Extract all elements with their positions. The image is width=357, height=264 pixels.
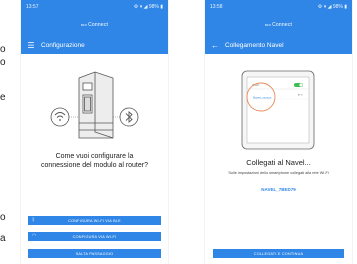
connect-heading: Collegati al Navel... bbox=[246, 158, 311, 167]
question-line-2: connessione del modulo al router? bbox=[40, 161, 148, 169]
skip-step-button[interactable]: SALTA PASSAGGIO bbox=[28, 249, 161, 258]
brand-prefix: MIO bbox=[80, 23, 88, 27]
screenshot-root: o o e o a 13:57 ⚙ ▾ ◢ 98% ▮ MIO Connect … bbox=[0, 0, 357, 264]
stove-icon bbox=[78, 71, 114, 139]
wifi-icon bbox=[50, 107, 70, 127]
brand-header: MIO Connect bbox=[205, 13, 352, 37]
phone-screen-navel-connection: 13:58 ⚙ ▾ ◢ 98% ▮ MIO Connect ← Collegam… bbox=[205, 0, 352, 264]
page-title: Configurazione bbox=[41, 42, 85, 49]
bluetooth-icon: ᛒ bbox=[32, 217, 36, 223]
stove-connection-illustration bbox=[50, 71, 139, 139]
brand-header: MIO Connect bbox=[21, 13, 168, 37]
app-toolbar: ☰ Configurazione bbox=[21, 37, 168, 54]
cropped-text-fragment: o bbox=[0, 44, 6, 55]
phone-screen-configuration: 13:57 ⚙ ▾ ◢ 98% ▮ MIO Connect ☰ Configur… bbox=[21, 0, 168, 264]
button-label: COLLEGATI E CONTINUA bbox=[253, 251, 304, 256]
tablet-network-label: Navel_xxxxxx bbox=[253, 96, 272, 100]
brand-logo: Connect bbox=[272, 22, 293, 28]
status-indicators: ⚙ ▾ ◢ 98% ▮ bbox=[317, 3, 347, 10]
configuration-question: Come vuoi configurare la connessione del… bbox=[21, 153, 168, 171]
status-bar: 13:58 ⚙ ▾ ◢ 98% ▮ bbox=[205, 0, 352, 13]
status-bar: 13:57 ⚙ ▾ ◢ 98% ▮ bbox=[21, 0, 168, 13]
brand-prefix: MIO bbox=[264, 23, 272, 27]
page-title: Collegamento Navel bbox=[225, 42, 284, 49]
bluetooth-icon bbox=[119, 107, 139, 127]
back-arrow-icon[interactable]: ← bbox=[211, 41, 219, 50]
connect-description: Sulle impostazioni dello smartphone coll… bbox=[228, 171, 329, 175]
network-ssid: NAVEL_7BED79 bbox=[261, 187, 296, 192]
cropped-text-fragment: a bbox=[0, 233, 6, 244]
brand-logo: Connect bbox=[88, 22, 109, 28]
cropped-text-fragment: e bbox=[0, 92, 6, 103]
main-content: Come vuoi configurare la connessione del… bbox=[21, 54, 168, 264]
cropped-text-fragment: o bbox=[0, 57, 6, 68]
button-label: CONFIGURA WI-FI VIA BLE bbox=[68, 218, 121, 223]
app-toolbar: ← Collegamento Navel bbox=[205, 37, 352, 54]
connect-continue-button[interactable]: COLLEGATI E CONTINUA bbox=[213, 249, 344, 258]
tablet-wifi-illustration: Wi-Fi ▾ ⌖ Navel_xxxxxx bbox=[241, 70, 315, 150]
status-time: 13:58 bbox=[210, 3, 223, 10]
question-line-1: Come vuoi configurare la bbox=[55, 153, 134, 160]
status-time: 13:57 bbox=[26, 3, 39, 10]
main-content: Wi-Fi ▾ ⌖ Navel_xxxxxx Collegati al Nave… bbox=[205, 54, 352, 264]
menu-icon[interactable]: ☰ bbox=[27, 41, 35, 50]
button-label: CONFIGURA VIA WI-FI bbox=[72, 234, 117, 239]
wifi-icon: ◠ bbox=[32, 233, 37, 239]
button-label: SALTA PASSAGGIO bbox=[75, 251, 114, 256]
svg-text:▾ ⌖: ▾ ⌖ bbox=[298, 93, 303, 97]
status-indicators: ⚙ ▾ ◢ 98% ▮ bbox=[133, 3, 163, 10]
configure-wifi-ble-button[interactable]: ᛒ CONFIGURA WI-FI VIA BLE bbox=[28, 216, 161, 225]
cropped-text-fragment: o bbox=[0, 212, 6, 223]
configure-wifi-button[interactable]: ◠ CONFIGURA VIA WI-FI bbox=[28, 232, 161, 241]
